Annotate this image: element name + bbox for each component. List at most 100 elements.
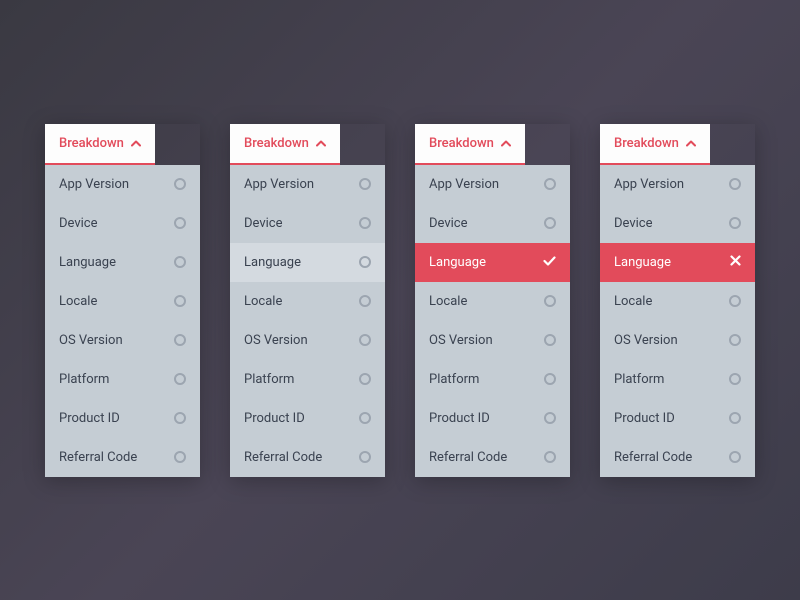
close-icon[interactable] — [730, 255, 741, 270]
dropdown-item[interactable]: Platform — [415, 360, 570, 399]
dropdown-item-label: App Version — [614, 177, 684, 192]
dropdown-item-label: Language — [429, 255, 486, 270]
dropdown-item[interactable]: Locale — [230, 282, 385, 321]
dropdown-header[interactable]: Breakdown — [45, 124, 155, 165]
dropdown-item-label: Product ID — [614, 411, 675, 426]
dropdown-item-label: Device — [614, 216, 653, 231]
dropdown-item[interactable]: Referral Code — [45, 438, 200, 477]
dropdown-item[interactable]: OS Version — [45, 321, 200, 360]
dropdown-item[interactable]: App Version — [415, 165, 570, 204]
dropdown-item[interactable]: OS Version — [415, 321, 570, 360]
dropdown-item[interactable]: Platform — [45, 360, 200, 399]
dropdown-item-label: Device — [244, 216, 283, 231]
radio-icon — [729, 178, 741, 190]
dropdown-item[interactable]: Device — [600, 204, 755, 243]
dropdown-item-label: Locale — [429, 294, 467, 309]
dropdown-item-label: Language — [59, 255, 116, 270]
dropdown-item-label: Device — [59, 216, 98, 231]
dropdown-item-label: Language — [614, 255, 671, 270]
dropdown-title: Breakdown — [59, 136, 124, 151]
dropdown-item[interactable]: Device — [45, 204, 200, 243]
dropdown-list: App Version Device Language Locale OS Versio… — [415, 165, 570, 477]
dropdown-title: Breakdown — [614, 136, 679, 151]
dropdown-list: App Version Device Language Locale OS Versio… — [230, 165, 385, 477]
dropdown-item-label: OS Version — [59, 333, 123, 348]
dropdown-item[interactable]: App Version — [45, 165, 200, 204]
dropdown-item[interactable]: Language — [600, 243, 755, 282]
dropdown-item[interactable]: Language — [45, 243, 200, 282]
dropdown-item[interactable]: Product ID — [600, 399, 755, 438]
dropdown-item[interactable]: App Version — [600, 165, 755, 204]
radio-icon — [359, 217, 371, 229]
radio-icon — [544, 178, 556, 190]
dropdown-item[interactable]: Locale — [600, 282, 755, 321]
dropdown-item[interactable]: Platform — [600, 360, 755, 399]
dropdown-title: Breakdown — [244, 136, 309, 151]
radio-icon — [729, 295, 741, 307]
dropdown-item-label: Referral Code — [429, 450, 507, 465]
dropdown-item-label: Platform — [614, 372, 664, 387]
chevron-up-icon — [501, 137, 511, 150]
radio-icon — [544, 217, 556, 229]
chevron-up-icon — [316, 137, 326, 150]
dropdown-item-label: Platform — [244, 372, 294, 387]
dropdown-list: App Version Device Language Locale OS Versio… — [45, 165, 200, 477]
dropdown-item-label: Product ID — [429, 411, 490, 426]
dropdown-item[interactable]: Product ID — [230, 399, 385, 438]
dropdown-item[interactable]: Device — [415, 204, 570, 243]
dropdown-list: App Version Device Language Locale OS Versio… — [600, 165, 755, 477]
dropdown-item[interactable]: App Version — [230, 165, 385, 204]
dropdown-item[interactable]: Referral Code — [415, 438, 570, 477]
chevron-up-icon — [131, 137, 141, 150]
dropdown-item-label: Locale — [244, 294, 282, 309]
radio-icon — [544, 412, 556, 424]
dropdown-item[interactable]: Referral Code — [230, 438, 385, 477]
dropdown-header[interactable]: Breakdown — [600, 124, 710, 165]
dropdown-item-label: App Version — [59, 177, 129, 192]
dropdown-item-label: App Version — [244, 177, 314, 192]
dropdown-item[interactable]: Platform — [230, 360, 385, 399]
radio-icon — [359, 178, 371, 190]
radio-icon — [729, 373, 741, 385]
dropdown-header[interactable]: Breakdown — [230, 124, 340, 165]
radio-icon — [174, 178, 186, 190]
chevron-up-icon — [686, 137, 696, 150]
dropdown-item-label: Referral Code — [614, 450, 692, 465]
radio-icon — [174, 295, 186, 307]
radio-icon — [174, 373, 186, 385]
dropdown-item-label: App Version — [429, 177, 499, 192]
breakdown-dropdown: Breakdown App Version Device Language Locale… — [45, 124, 200, 477]
dropdown-header[interactable]: Breakdown — [415, 124, 525, 165]
radio-icon — [359, 295, 371, 307]
radio-icon — [359, 412, 371, 424]
radio-icon — [729, 334, 741, 346]
dropdown-item-label: OS Version — [244, 333, 308, 348]
dropdown-item[interactable]: Locale — [415, 282, 570, 321]
radio-icon — [544, 451, 556, 463]
dropdown-item-label: Referral Code — [59, 450, 137, 465]
radio-icon — [174, 334, 186, 346]
dropdown-item[interactable]: OS Version — [600, 321, 755, 360]
check-icon — [543, 255, 556, 270]
breakdown-dropdown: Breakdown App Version Device Language Locale… — [230, 124, 385, 477]
dropdown-item[interactable]: OS Version — [230, 321, 385, 360]
radio-icon — [174, 412, 186, 424]
dropdown-item-label: Referral Code — [244, 450, 322, 465]
dropdown-title: Breakdown — [429, 136, 494, 151]
dropdown-item-label: Platform — [429, 372, 479, 387]
dropdown-item[interactable]: Language — [415, 243, 570, 282]
dropdown-item-label: OS Version — [614, 333, 678, 348]
dropdown-item[interactable]: Referral Code — [600, 438, 755, 477]
dropdown-item[interactable]: Language — [230, 243, 385, 282]
radio-icon — [174, 217, 186, 229]
radio-icon — [729, 412, 741, 424]
dropdown-item[interactable]: Product ID — [45, 399, 200, 438]
breakdown-dropdown: Breakdown App Version Device Language Locale… — [415, 124, 570, 477]
dropdown-item[interactable]: Product ID — [415, 399, 570, 438]
dropdown-item-label: Locale — [614, 294, 652, 309]
dropdown-item[interactable]: Device — [230, 204, 385, 243]
dropdown-item[interactable]: Locale — [45, 282, 200, 321]
dropdown-item-label: Language — [244, 255, 301, 270]
radio-icon — [174, 256, 186, 268]
radio-icon — [359, 256, 371, 268]
